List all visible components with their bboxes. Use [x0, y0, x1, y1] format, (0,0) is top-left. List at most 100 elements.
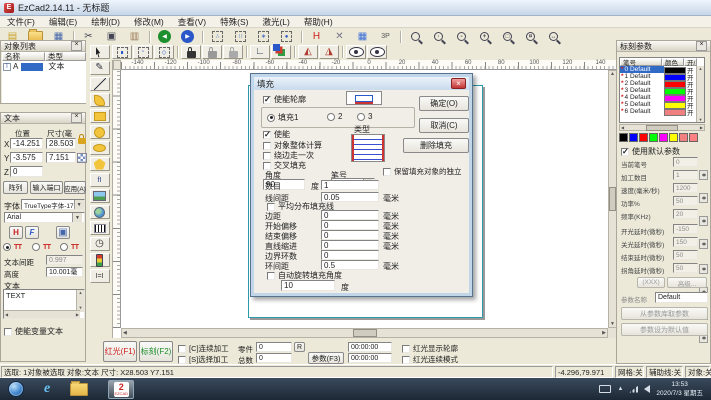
pen-table-scrollbar-horizontal[interactable]: ◀ ▶	[619, 124, 705, 131]
ok-button[interactable]: 确定(O)	[419, 96, 469, 111]
menu-item[interactable]: 激光(L)	[255, 16, 296, 28]
ellipse-tool-icon[interactable]	[90, 141, 110, 155]
cancel-button[interactable]: 取消(C)	[419, 118, 469, 133]
paste-icon[interactable]: ▥	[124, 30, 145, 44]
scroll-right-icon[interactable]: ▶	[699, 125, 704, 130]
status-object[interactable]: 对象:关	[685, 366, 710, 378]
italic-button[interactable]: F	[25, 226, 39, 239]
pen-order-icon[interactable]: 3P	[375, 30, 396, 44]
tray-expand-icon[interactable]: ▲	[617, 386, 623, 392]
palette-swatch[interactable]	[629, 133, 638, 142]
z-position-field[interactable]: 0	[10, 166, 43, 177]
mark-button[interactable]: 标刻(F2)	[139, 341, 173, 362]
total-field[interactable]: 0	[256, 353, 292, 363]
fill-field-input[interactable]: 0	[321, 240, 379, 250]
start-button[interactable]	[8, 381, 24, 397]
node-add-icon[interactable]: ∷	[230, 30, 251, 44]
param-value-field[interactable]: 150	[673, 237, 698, 247]
vector-file-tool-icon[interactable]	[90, 205, 110, 219]
fill-field-input[interactable]: 0	[321, 220, 379, 230]
pen-table-scrollbar-vertical[interactable]: ▲▼	[696, 66, 704, 122]
align-option-2[interactable]: TT	[32, 243, 51, 251]
zoom-out-icon[interactable]: -	[451, 30, 472, 44]
checkbox-icon[interactable]	[263, 162, 271, 170]
scroll-left-icon[interactable]: ◀	[122, 330, 128, 336]
text-tool-icon[interactable]: fI	[90, 173, 110, 187]
param-value-field[interactable]: 20	[673, 209, 698, 219]
menu-item[interactable]: 查看(V)	[171, 16, 213, 28]
delay-tool-icon[interactable]: ◷	[90, 237, 110, 251]
param-name-field[interactable]: Default	[655, 292, 708, 303]
menu-item[interactable]: 特殊(S)	[213, 16, 255, 28]
zoom-in-icon[interactable]: +	[474, 30, 495, 44]
palette-swatch[interactable]	[619, 133, 628, 142]
bezier-tool-icon[interactable]: ✎	[90, 61, 110, 75]
scrollbar-thumb[interactable]	[353, 329, 377, 337]
radio-icon[interactable]	[267, 114, 275, 122]
fill-field-input[interactable]: 1	[321, 180, 379, 190]
column-header-color[interactable]: 颜色	[662, 58, 684, 66]
param-value-field[interactable]: 50	[673, 196, 698, 206]
param-value-field[interactable]: 1	[673, 170, 698, 180]
load-from-library-button[interactable]: 从参数库取参数	[621, 307, 708, 320]
radio-icon[interactable]	[327, 113, 335, 121]
scroll-right-icon[interactable]: ▶	[601, 330, 607, 336]
font-name-select[interactable]: Arial ▼	[4, 212, 85, 223]
mirror-horizontal-icon[interactable]: ◭	[298, 45, 318, 59]
spinner-control[interactable]	[699, 170, 708, 180]
avg-distribute-checkbox[interactable]: 平均分布填充线	[267, 201, 334, 212]
zoom-select-icon[interactable]	[405, 30, 426, 44]
fill-dialog-titlebar[interactable]: 填充 ×	[254, 77, 469, 90]
auto-rotate-field[interactable]: 10	[281, 280, 335, 291]
palette-swatch[interactable]	[679, 133, 688, 142]
column-header-type[interactable]: 类型	[45, 52, 86, 61]
spinner-control[interactable]	[699, 264, 708, 274]
lock-icon[interactable]	[181, 45, 201, 59]
circle-tool-icon[interactable]	[90, 125, 110, 139]
column-header-name[interactable]: 名称	[2, 52, 45, 61]
fill-tab-2[interactable]: 2	[327, 112, 342, 121]
status-grid[interactable]: 网格:关	[615, 366, 644, 378]
spinner-control[interactable]	[699, 239, 708, 249]
hatch-icon[interactable]: H	[306, 30, 327, 44]
palette-swatch[interactable]	[659, 133, 668, 142]
radio-icon[interactable]	[32, 243, 40, 251]
rectangle-tool-icon[interactable]	[90, 109, 110, 123]
radio-icon[interactable]	[357, 113, 365, 121]
unlock-all-icon[interactable]	[223, 45, 243, 59]
network-tray-icon[interactable]	[629, 386, 638, 393]
y-position-field[interactable]: -3.575	[10, 152, 43, 163]
checkbox-icon[interactable]	[267, 203, 275, 211]
checkbox-icon[interactable]	[621, 148, 629, 156]
show-contour-checkbox[interactable]: 红光显示轮廓	[402, 343, 458, 354]
use-default-checkbox[interactable]: 使用默认参数	[621, 146, 680, 157]
node-edit-icon[interactable]: ∴	[207, 30, 228, 44]
scrollbar-thumb[interactable]	[609, 187, 616, 211]
line-tool-icon[interactable]	[90, 77, 110, 91]
array-button[interactable]: 阵列	[3, 181, 28, 194]
zoom-object-icon[interactable]: ¤	[520, 30, 541, 44]
align-option-1[interactable]: TT	[3, 243, 22, 251]
mirror-vertical-icon[interactable]: ◮	[319, 45, 339, 59]
scroll-up-icon[interactable]: ▲	[610, 71, 615, 77]
node-move-icon[interactable]: ●	[276, 30, 297, 44]
radio-icon[interactable]	[3, 243, 11, 251]
curve-tool-icon[interactable]	[90, 93, 110, 107]
fill-field-input[interactable]: 0.5	[321, 260, 379, 270]
checkbox-icon[interactable]	[267, 272, 275, 280]
menu-item[interactable]: 文件(F)	[0, 16, 42, 28]
misc-button[interactable]: (XXX)	[637, 277, 665, 288]
grid-position-icon[interactable]	[77, 153, 87, 163]
scroll-left-icon[interactable]: ◀	[620, 125, 625, 130]
param-f3-button[interactable]: 参数(F3)	[308, 352, 344, 364]
bitmap-tool-icon[interactable]	[90, 189, 110, 203]
palette-swatch[interactable]	[649, 133, 658, 142]
param-value-field[interactable]: 1200	[673, 183, 698, 193]
checkbox-icon[interactable]	[263, 152, 271, 160]
zoom-pan-icon[interactable]: ·	[428, 30, 449, 44]
checkbox-icon[interactable]	[263, 96, 271, 104]
param-value-field[interactable]: 50	[673, 250, 698, 260]
keyboard-tray-icon[interactable]	[599, 385, 611, 393]
internet-explorer-icon[interactable]: e	[44, 382, 50, 396]
fill-tab-3[interactable]: 3	[357, 112, 372, 121]
